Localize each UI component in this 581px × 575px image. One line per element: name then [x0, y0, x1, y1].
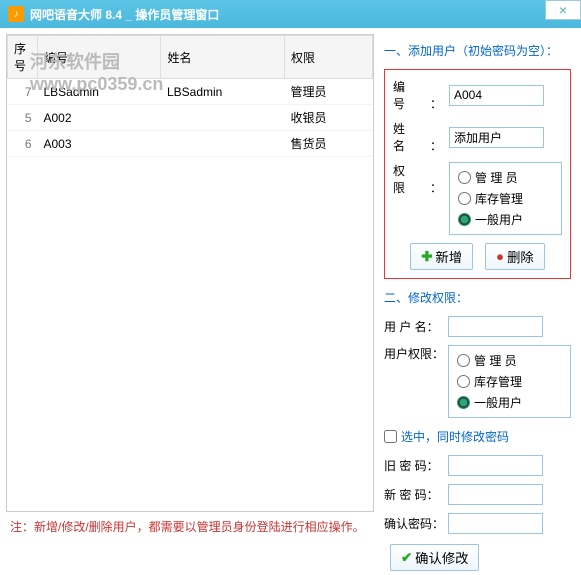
confirm-button[interactable]: ✔确认修改: [390, 544, 479, 571]
add-role-group: 管 理 员 库存管理 一般用户: [449, 162, 562, 235]
name-label: 姓 名：: [393, 120, 443, 154]
add-title: 一、添加用户（初始密码为空）：: [384, 42, 571, 59]
plus-icon: ✚: [421, 249, 432, 265]
username-label: 用 户 名：: [384, 318, 444, 335]
cfmpwd-label: 确认密码：: [384, 515, 444, 532]
table-row[interactable]: 6A003售货员: [8, 131, 373, 157]
id-input[interactable]: [449, 85, 544, 106]
role-label: 权 限：: [393, 162, 443, 196]
minus-icon: ●: [496, 249, 504, 264]
change-pwd-label: 选中，同时修改密码: [401, 428, 509, 445]
radio-admin-2[interactable]: 管 理 员: [457, 352, 562, 369]
change-pwd-checkbox[interactable]: [384, 430, 397, 443]
add-button[interactable]: ✚新增: [410, 243, 473, 270]
pwd-box: 旧 密 码： 新 密 码： 确认密码：: [384, 455, 571, 534]
close-button[interactable]: ×: [545, 0, 581, 20]
mod-role-group: 管 理 员 库存管理 一般用户: [448, 345, 571, 418]
check-icon: ✔: [401, 550, 412, 566]
radio-stock-2[interactable]: 库存管理: [457, 373, 562, 390]
titlebar: ♪ 网吧语音大师 8.4 _ 操作员管理窗口 ×: [0, 0, 581, 28]
window-title: 网吧语音大师 8.4 _ 操作员管理窗口: [30, 6, 219, 23]
col-role: 权限: [284, 36, 372, 79]
id-label: 编 号：: [393, 78, 443, 112]
radio-normal-2[interactable]: 一般用户: [457, 394, 562, 411]
cfmpwd-input[interactable]: [448, 513, 543, 534]
app-icon: ♪: [8, 6, 24, 22]
oldpwd-input[interactable]: [448, 455, 543, 476]
newpwd-label: 新 密 码：: [384, 486, 444, 503]
name-input[interactable]: [449, 127, 544, 148]
mod-box: 用 户 名： 用户权限： 管 理 员 库存管理 一般用户: [384, 316, 571, 418]
userrole-label: 用户权限：: [384, 345, 444, 362]
col-name: 姓名: [161, 36, 284, 79]
col-seq: 序号: [8, 36, 38, 79]
username-input[interactable]: [448, 316, 543, 337]
add-user-box: 编 号： 姓 名： 权 限： 管 理 员 库存管理 一般用户 ✚新增 ●删除: [384, 69, 571, 279]
radio-admin[interactable]: 管 理 员: [458, 169, 553, 186]
mod-title: 二、修改权限：: [384, 289, 571, 306]
col-id: 编号: [38, 36, 161, 79]
table-row[interactable]: 7LBSadminLBSadmin管理员: [8, 79, 373, 105]
footer-note: 注：新增/修改/删除用户，都需要以管理员身份登陆进行相应操作。: [6, 512, 374, 541]
newpwd-input[interactable]: [448, 484, 543, 505]
radio-normal[interactable]: 一般用户: [458, 211, 553, 228]
delete-button[interactable]: ●删除: [485, 243, 545, 270]
table-row[interactable]: 5A002收银员: [8, 105, 373, 131]
radio-stock[interactable]: 库存管理: [458, 190, 553, 207]
user-table[interactable]: 序号 编号 姓名 权限 7LBSadminLBSadmin管理员5A002收银员…: [6, 34, 374, 512]
oldpwd-label: 旧 密 码：: [384, 457, 444, 474]
